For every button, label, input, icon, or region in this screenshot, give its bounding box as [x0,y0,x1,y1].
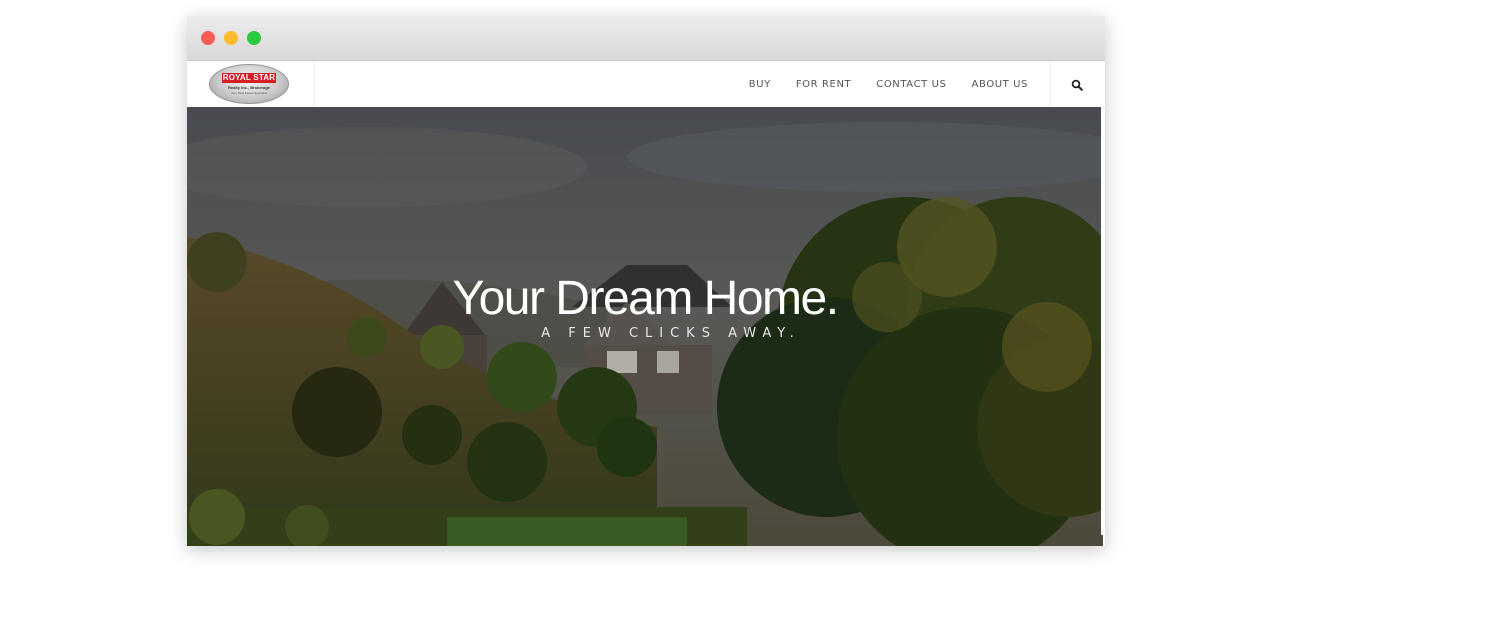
window-titlebar [187,16,1105,61]
logo-tagline: Your Real Estate Specialist [230,91,268,95]
search-icon [1071,79,1083,91]
nav-item-for-rent[interactable]: FOR RENT [796,79,851,90]
close-window-button[interactable] [201,31,215,45]
nav-item-buy[interactable]: BUY [749,79,771,90]
hero-subtitle: A FEW CLICKS AWAY. [541,326,801,341]
nav-item-about-us[interactable]: ABOUT US [972,79,1028,90]
hero-banner: Your Dream Home. A FEW CLICKS AWAY. [187,107,1103,546]
nav-item-contact-us[interactable]: CONTACT US [876,79,946,90]
logo-title: ROYAL STAR [222,73,276,83]
maximize-window-button[interactable] [247,31,261,45]
hero-title: Your Dream Home. [452,272,839,325]
browser-window: ROYAL STAR Realty Inc., Brokerage Your R… [187,16,1105,546]
logo-link[interactable]: ROYAL STAR Realty Inc., Brokerage Your R… [187,61,315,107]
brand-logo: ROYAL STAR Realty Inc., Brokerage Your R… [209,64,289,104]
main-menu: BUY FOR RENT CONTACT US ABOUT US [724,61,1028,107]
site-navbar: ROYAL STAR Realty Inc., Brokerage Your R… [187,61,1105,108]
logo-subtitle: Realty Inc., Brokerage [227,85,271,90]
minimize-window-button[interactable] [224,31,238,45]
search-button[interactable] [1050,61,1105,107]
